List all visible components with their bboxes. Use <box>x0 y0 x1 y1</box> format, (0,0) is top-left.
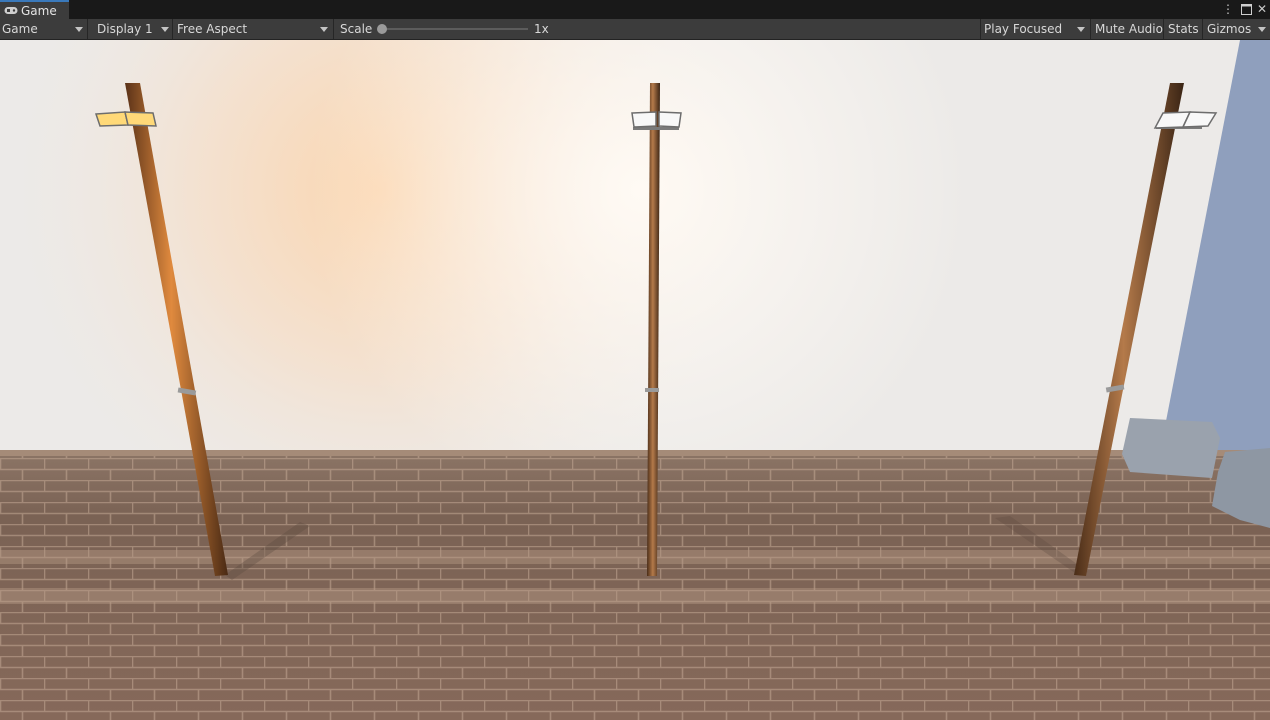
brick-pattern <box>0 450 1270 720</box>
chevron-down-icon[interactable] <box>1258 27 1266 32</box>
divider <box>333 19 334 39</box>
chevron-down-icon <box>75 27 83 32</box>
scale-value-text: 1x <box>534 22 549 36</box>
mute-audio-label: Mute Audio <box>1095 22 1163 36</box>
view-mode-dropdown[interactable]: Game <box>2 19 38 39</box>
floodlight-white <box>631 111 657 128</box>
divider <box>1202 19 1203 39</box>
divider <box>1090 19 1091 39</box>
mute-audio-button[interactable]: Mute Audio <box>1095 19 1163 39</box>
view-mode-label: Game <box>2 22 38 36</box>
scale-value: 1x <box>534 19 549 39</box>
concrete-block <box>1122 418 1220 478</box>
stats-label: Stats <box>1168 22 1199 36</box>
divider <box>1163 19 1164 39</box>
game-view-toolbar: Game Display 1 Free Aspect Scale 1x Play… <box>0 19 1270 40</box>
divider <box>172 19 173 39</box>
chevron-down-icon <box>161 27 169 32</box>
floodlight-warm <box>94 111 129 127</box>
play-mode-dropdown[interactable]: Play Focused <box>984 19 1062 39</box>
wall-base-line <box>0 450 1270 456</box>
close-icon[interactable]: ✕ <box>1256 2 1268 16</box>
window-tab-bar: Game ⋮ ✕ <box>0 0 1270 19</box>
floodlight-warm <box>124 111 157 127</box>
tab-game[interactable]: Game <box>0 0 69 19</box>
gamepad-icon <box>4 7 18 14</box>
scale-label-text: Scale <box>340 22 373 36</box>
pole-clamp <box>645 388 659 392</box>
display-dropdown[interactable]: Display 1 <box>97 19 153 39</box>
floodlight-white <box>658 111 682 128</box>
display-label: Display 1 <box>97 22 153 36</box>
gizmos-label: Gizmos <box>1207 22 1252 36</box>
scene-render <box>0 40 1270 720</box>
gizmos-button[interactable]: Gizmos <box>1207 19 1251 39</box>
scale-slider-track[interactable] <box>380 28 528 30</box>
stats-button[interactable]: Stats <box>1168 19 1199 39</box>
maximize-icon[interactable] <box>1240 2 1252 16</box>
scale-slider-thumb[interactable] <box>377 24 387 34</box>
divider <box>87 19 88 39</box>
chevron-down-icon <box>1077 27 1085 32</box>
scale-label: Scale <box>340 19 372 39</box>
aspect-dropdown[interactable]: Free Aspect <box>177 19 247 39</box>
chevron-down-icon <box>320 27 328 32</box>
floor-stripe <box>0 588 1270 604</box>
tab-label: Game <box>21 3 57 18</box>
aspect-label: Free Aspect <box>177 22 248 36</box>
play-mode-label: Play Focused <box>984 22 1063 36</box>
divider <box>980 19 981 39</box>
more-options-icon[interactable]: ⋮ <box>1222 2 1234 16</box>
game-viewport[interactable] <box>0 40 1270 720</box>
